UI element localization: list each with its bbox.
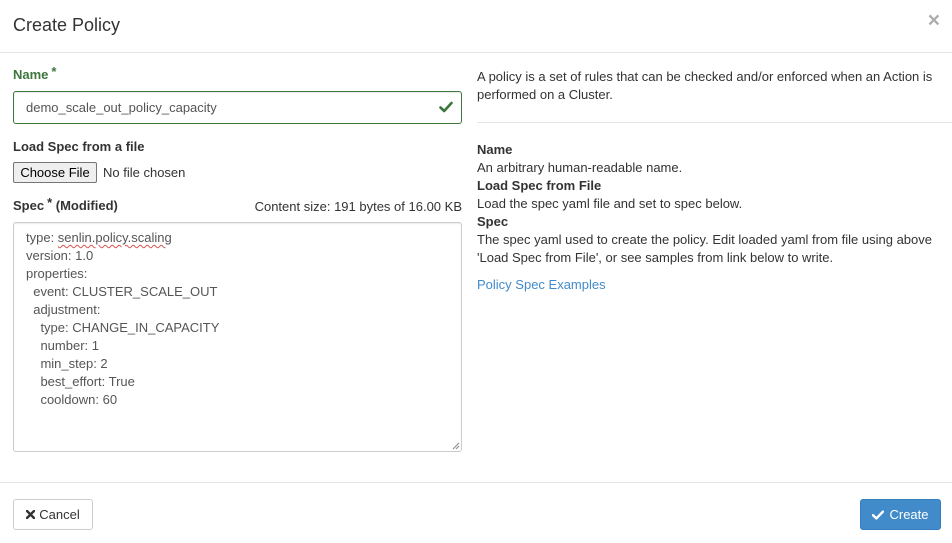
check-icon [872, 509, 885, 520]
content-size: Content size: 191 bytes of 16.00 KB [254, 199, 462, 214]
spec-line: properties: [26, 266, 88, 281]
create-label: Create [889, 507, 929, 522]
spec-line: event: CLUSTER_SCALE_OUT [26, 284, 218, 299]
modal-title: Create Policy [13, 15, 121, 35]
spec-line: best_effort: True [26, 374, 135, 389]
spec-line: type: CHANGE_IN_CAPACITY [26, 320, 220, 335]
modal-footer: Cancel Create [0, 482, 952, 543]
load-spec-label: Load Spec from a file [13, 139, 145, 154]
spec-type-value: senlin.policy.scaling [57, 230, 172, 245]
no-file-text: No file chosen [103, 165, 186, 180]
spec-modified: (Modified) [55, 198, 118, 213]
spec-line: adjustment: [26, 302, 101, 317]
times-icon [26, 510, 36, 519]
name-label-text: Name [13, 67, 49, 82]
policy-spec-examples-link[interactable]: Policy Spec Examples [477, 276, 606, 294]
name-field-wrapper [13, 91, 462, 124]
required-star: * [51, 64, 57, 79]
help-spec-desc: The spec yaml used to create the policy.… [477, 232, 932, 265]
spec-line: version: 1.0 [26, 248, 94, 263]
help-name-desc: An arbitrary human-readable name. [477, 160, 683, 175]
policy-intro: A policy is a set of rules that can be c… [477, 69, 933, 102]
required-star: * [47, 195, 53, 210]
cancel-button[interactable]: Cancel [13, 499, 93, 530]
modal-header: Create Policy × [0, 0, 952, 53]
check-icon [439, 101, 453, 113]
help-name-title: Name [477, 142, 513, 157]
choose-file-button[interactable]: Choose File [13, 162, 97, 183]
spec-line: min_step: 2 [26, 356, 108, 371]
spec-line: cooldown: 60 [26, 392, 118, 407]
help-load-title: Load Spec from File [477, 178, 602, 193]
name-input[interactable] [14, 92, 461, 123]
cancel-label: Cancel [39, 507, 80, 522]
close-icon[interactable]: × [928, 10, 940, 31]
spec-line: type: senlin.policy.scaling [26, 230, 172, 245]
spec-label-text: Spec [13, 198, 45, 213]
help-load-desc: Load the spec yaml file and set to spec … [477, 196, 743, 211]
resize-grip-icon[interactable] [452, 442, 460, 450]
name-label: Name * [13, 64, 57, 83]
spec-label: Spec * (Modified) [13, 195, 118, 214]
create-button[interactable]: Create [860, 499, 941, 530]
divider [477, 122, 952, 123]
spec-textarea[interactable]: type: senlin.policy.scaling version: 1.0… [13, 222, 462, 452]
help-spec-title: Spec [477, 214, 509, 229]
spec-line: number: 1 [26, 338, 99, 353]
help-text: Name An arbitrary human-readable name. L… [477, 141, 947, 267]
